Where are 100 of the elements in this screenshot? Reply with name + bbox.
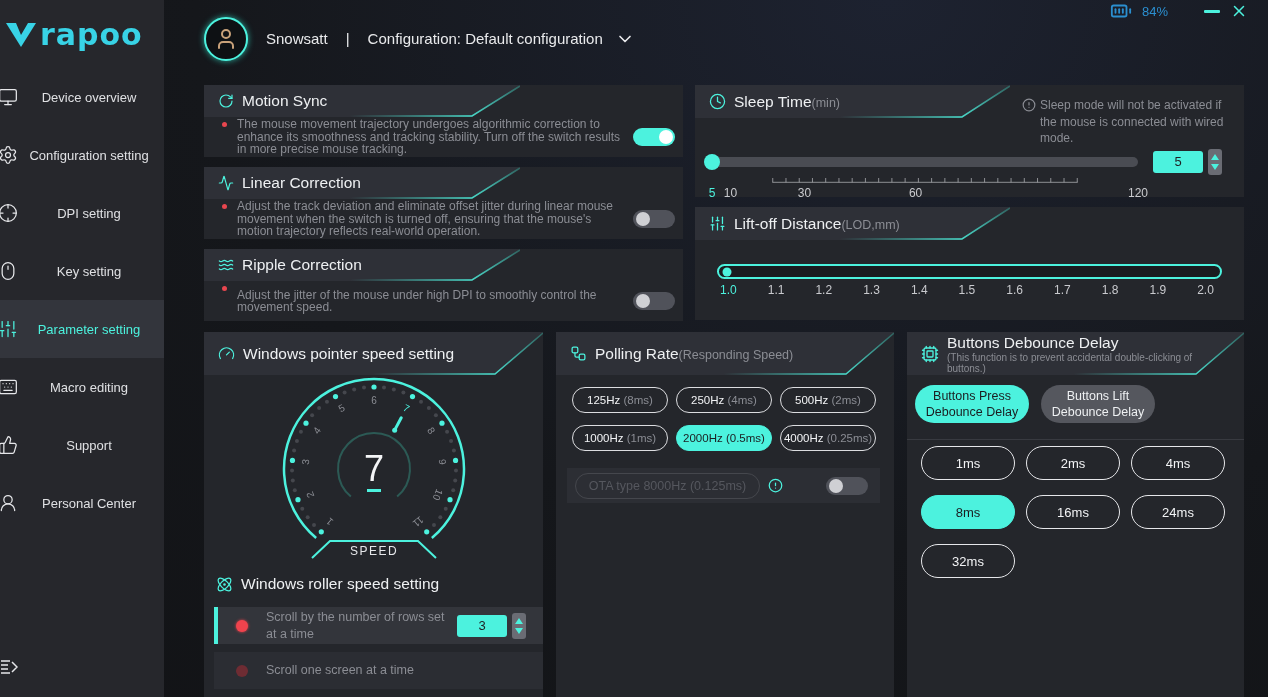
tick-label: 2.0 bbox=[1197, 283, 1214, 297]
expand-menu-icon[interactable] bbox=[0, 659, 18, 675]
card-title: Sleep Time bbox=[734, 92, 812, 110]
option-label: Scroll one screen at a time bbox=[266, 662, 415, 679]
card-description: Adjust the track deviation and eliminate offset jitter during linear mouse movement when the switch is turned off, ensuring that the mouse's motion trajectory reflects real-world operation. bbox=[237, 200, 614, 238]
info-icon[interactable] bbox=[768, 478, 783, 493]
radio-option[interactable]: Scroll by the number of rows set at a time 3 bbox=[214, 607, 543, 644]
card-title: Motion Sync bbox=[242, 92, 328, 110]
gauge-number: 11 bbox=[410, 514, 426, 530]
speedometer-icon bbox=[218, 345, 235, 362]
value-underline bbox=[366, 489, 381, 492]
atom-icon bbox=[216, 575, 233, 593]
pulse-icon bbox=[218, 175, 234, 191]
section-title: Windows roller speed setting bbox=[241, 575, 440, 593]
gear-icon bbox=[0, 145, 18, 165]
tick-label: 5 bbox=[708, 185, 716, 197]
clock-icon bbox=[709, 93, 726, 110]
nav-item[interactable]: DPI setting bbox=[0, 184, 164, 242]
card-description: Adjust the jitter of the mouse under high DPI to smoothly control the movement speed. bbox=[237, 288, 598, 314]
slider[interactable] bbox=[704, 153, 1138, 170]
stepper-button[interactable] bbox=[512, 612, 526, 639]
tick-label: 1.2 bbox=[815, 283, 833, 297]
tick-label: 1.1 bbox=[767, 283, 785, 297]
tick-label: 1.5 bbox=[958, 283, 976, 297]
nav-item[interactable]: Personal Center bbox=[0, 474, 164, 532]
option-label: Scroll by the number of rows set at a time bbox=[266, 608, 446, 643]
configuration-dropdown[interactable]: Configuration: Default configuration bbox=[367, 28, 635, 49]
card-title: Lift-off Distance bbox=[734, 214, 842, 232]
gauge-number: 10 bbox=[430, 487, 445, 502]
note-text: Sleep mode will not be activated if the mouse is connected with wired mode. bbox=[1040, 97, 1225, 147]
nav-item[interactable]: Support bbox=[0, 416, 164, 474]
user-name: Snowsatt bbox=[266, 30, 328, 47]
keyboard-icon bbox=[0, 377, 18, 397]
radio-dot bbox=[236, 664, 248, 677]
card-title: Buttons Debounce Delay bbox=[947, 333, 1120, 352]
card-title: Polling Rate bbox=[595, 344, 679, 362]
monitor-icon bbox=[0, 87, 18, 107]
tick-label: 1.6 bbox=[1006, 283, 1023, 297]
debounce-tab[interactable]: Buttons Press Debounce Delay bbox=[915, 385, 1029, 423]
sliders-icon bbox=[709, 215, 726, 232]
nav-item[interactable]: Macro editing bbox=[0, 358, 164, 416]
gauge-needle bbox=[391, 416, 403, 433]
stepper-button[interactable] bbox=[1208, 148, 1222, 175]
toggle-switch[interactable] bbox=[633, 292, 675, 310]
nav-item[interactable]: Key setting bbox=[0, 242, 164, 300]
nav-item[interactable]: Parameter setting bbox=[0, 300, 164, 358]
tick-label: 1.9 bbox=[1149, 283, 1167, 297]
logo-text: rapoo bbox=[40, 16, 143, 52]
crosshair-icon bbox=[0, 203, 18, 223]
unit-text: (LOD,mm) bbox=[841, 217, 900, 232]
toggle-switch[interactable] bbox=[633, 128, 675, 146]
tick-label: 10 bbox=[723, 185, 738, 197]
info-icon bbox=[1022, 98, 1036, 112]
unit-text: (Responding Speed) bbox=[678, 347, 794, 362]
minimize-icon bbox=[1204, 9, 1220, 13]
slider-thumb[interactable] bbox=[704, 153, 720, 170]
gauge-number: 7 bbox=[400, 402, 411, 415]
toggle-switch[interactable] bbox=[633, 210, 675, 228]
polling-rate-option[interactable]: 2000Hz (0.5ms) bbox=[676, 425, 772, 451]
sliders-icon bbox=[0, 319, 18, 339]
value-field[interactable]: 5 bbox=[1153, 150, 1203, 173]
separator-text: | bbox=[345, 30, 350, 47]
avatar-circle[interactable] bbox=[204, 16, 248, 61]
gauge-number: 2 bbox=[303, 490, 316, 500]
nodes-icon bbox=[570, 345, 587, 362]
radio-dot bbox=[236, 619, 248, 632]
tick-label: 1.8 bbox=[1101, 283, 1119, 297]
tick-label: 1.0 bbox=[720, 283, 737, 297]
gauge-number: 1 bbox=[323, 515, 335, 528]
gauge-number: 5 bbox=[336, 402, 347, 415]
user-icon bbox=[0, 493, 18, 513]
battery-level: 84% bbox=[1141, 3, 1168, 19]
tick-label: 30 bbox=[797, 185, 812, 197]
delay-option[interactable]: 8ms bbox=[921, 495, 1015, 529]
rotate-icon bbox=[218, 93, 234, 109]
waves-icon bbox=[218, 257, 234, 273]
card-description: The mouse movement trajectory undergoes algorithmic correction to enhance its smoothness and tracking stability. Turn off the switch results in more precise mouse tracking. bbox=[237, 118, 622, 156]
gauge-number: 8 bbox=[424, 425, 437, 436]
tick-label: 1.3 bbox=[863, 283, 880, 297]
unit-text: (min) bbox=[811, 95, 840, 110]
radio-option[interactable]: Scroll one screen at a time bbox=[214, 652, 543, 689]
minimize-button[interactable] bbox=[1204, 9, 1220, 13]
card-title: Windows pointer speed setting bbox=[243, 344, 455, 363]
tick-label: 120 bbox=[1128, 185, 1148, 197]
debounce-tab[interactable]: Buttons Lift Debounce Delay bbox=[1041, 385, 1155, 423]
bullet-dot bbox=[222, 204, 227, 209]
note-text: (This function is to prevent accidental double-clicking of buttons.) bbox=[947, 351, 1194, 374]
card-title: Ripple Correction bbox=[242, 256, 362, 274]
slider-thumb[interactable] bbox=[722, 267, 732, 276]
speed-caption: SPEED bbox=[349, 544, 398, 558]
speed-value: 7 bbox=[363, 448, 384, 489]
tick-label: 60 bbox=[908, 185, 923, 197]
tick-label: 1.7 bbox=[1054, 283, 1071, 297]
tick-label: 1.4 bbox=[910, 283, 928, 297]
nav-item[interactable]: Device overview bbox=[0, 68, 164, 126]
nav-item[interactable]: Configuration setting bbox=[0, 126, 164, 184]
bullet-dot bbox=[222, 286, 227, 291]
value-field[interactable]: 3 bbox=[457, 614, 507, 637]
bullet-dot bbox=[222, 122, 227, 127]
gauge-number: 9 bbox=[436, 458, 448, 466]
